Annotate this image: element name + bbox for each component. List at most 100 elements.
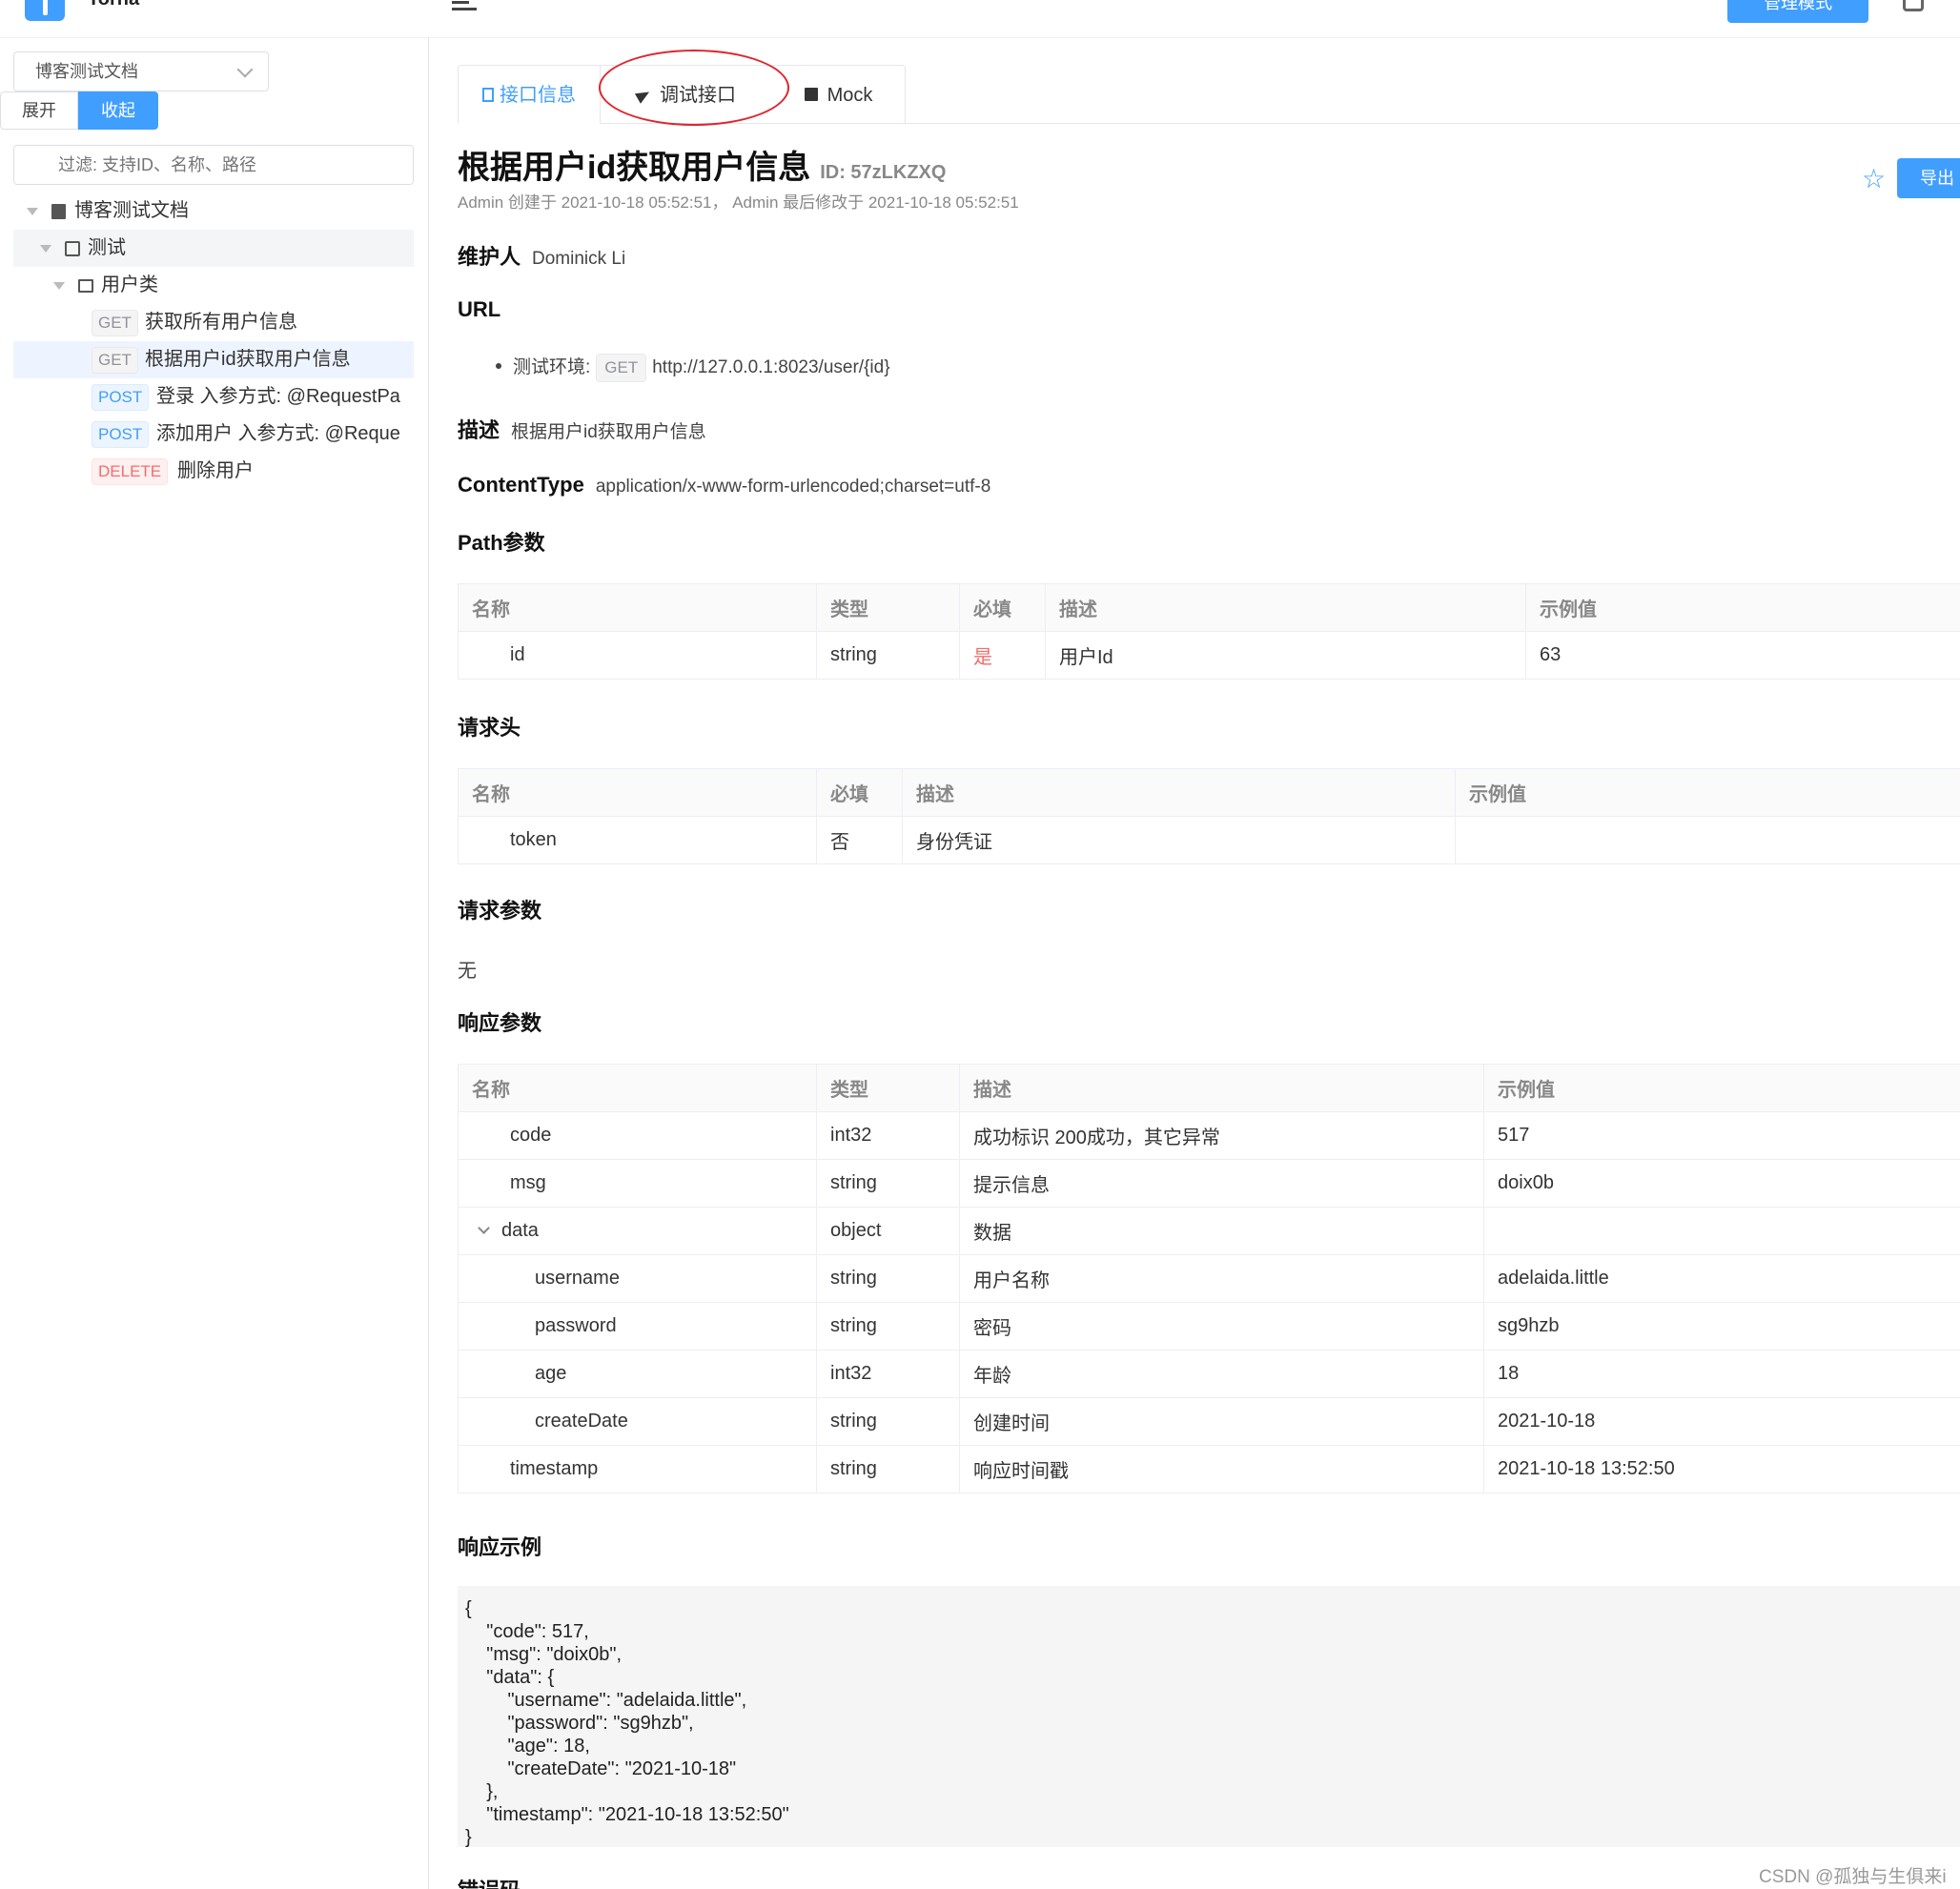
tab-mock[interactable]: Mock xyxy=(772,65,906,124)
headers-table: 名称 必填 描述 示例值 token 否 身份凭证 xyxy=(458,768,1960,864)
cell-type: string xyxy=(816,1254,960,1303)
cell-desc: 成功标识 200成功，其它异常 xyxy=(959,1111,1484,1160)
content-type-value: application/x-www-form-urlencoded;charse… xyxy=(595,477,991,497)
column-header: 示例值 xyxy=(1525,583,1960,632)
tree-api-item[interactable]: POST 登录 入参方式: @RequestPa xyxy=(13,378,414,416)
env-label: 测试环境: xyxy=(513,357,591,377)
api-item-label: 删除用户 xyxy=(177,460,254,481)
table-row: id string 是 用户Id 63 xyxy=(458,631,1960,680)
cell-example: 18 xyxy=(1483,1350,1960,1398)
cell-name-text: data xyxy=(501,1220,539,1241)
doc-select[interactable]: 博客测试文档 xyxy=(13,51,269,91)
chevron-down-icon[interactable] xyxy=(478,1222,490,1234)
tree-api-item[interactable]: GET 获取所有用户信息 xyxy=(13,304,414,341)
cell-example: doix0b xyxy=(1483,1159,1960,1208)
cell-name: age xyxy=(458,1350,817,1398)
tree-api-item[interactable]: DELETE 删除用户 xyxy=(13,453,414,490)
tree-api-item-selected[interactable]: GET 根据用户id获取用户信息 xyxy=(13,341,414,378)
column-header: 必填 xyxy=(959,583,1046,632)
error-code-heading: 错误码 xyxy=(458,1874,521,1889)
column-header: 名称 xyxy=(458,1064,817,1112)
table-row: createDate string 创建时间 2021-10-18 xyxy=(458,1397,1960,1446)
star-icon[interactable]: ☆ xyxy=(1862,166,1886,193)
request-params-heading: 请求参数 xyxy=(458,899,542,923)
admin-mode-button[interactable]: 管理模式 xyxy=(1727,0,1868,23)
cell-name: timestamp xyxy=(458,1445,817,1493)
column-header: 示例值 xyxy=(1483,1064,1960,1112)
caret-down-icon[interactable] xyxy=(27,208,38,215)
cell-type: object xyxy=(816,1207,960,1255)
cell-name: createDate xyxy=(458,1397,817,1446)
env-url[interactable]: http://127.0.0.1:8023/user/{id} xyxy=(652,357,889,377)
column-header: 描述 xyxy=(959,1064,1484,1112)
cell-name: token xyxy=(458,816,817,864)
table-row: username string 用户名称 adelaida.little xyxy=(458,1254,1960,1303)
response-params-heading: 响应参数 xyxy=(458,1011,542,1035)
cell-example: 2021-10-18 xyxy=(1483,1397,1960,1446)
cell-type: int32 xyxy=(816,1350,960,1398)
table-row: password string 密码 sg9hzb xyxy=(458,1302,1960,1351)
desc-label: 描述 xyxy=(458,418,500,442)
cell-example: 517 xyxy=(1483,1111,1960,1160)
notification-bell-icon[interactable] xyxy=(1903,0,1924,11)
caret-down-icon[interactable] xyxy=(40,245,51,253)
filter-input[interactable] xyxy=(13,145,414,185)
cell-name: msg xyxy=(458,1159,817,1208)
collapse-button[interactable]: 收起 xyxy=(78,91,158,130)
caret-down-icon[interactable] xyxy=(53,282,65,290)
cell-example: sg9hzb xyxy=(1483,1302,1960,1351)
tree-node-module[interactable]: 测试 xyxy=(13,230,414,267)
tab-info[interactable]: 接口信息 xyxy=(458,65,601,124)
content-type-label: ContentType xyxy=(458,473,584,497)
tree-api-item[interactable]: POST 添加用户 入参方式: @Reque xyxy=(13,416,414,453)
tree-node-root[interactable]: 博客测试文档 xyxy=(13,193,414,230)
column-header: 名称 xyxy=(458,583,817,632)
api-item-label: 添加用户 入参方式: @Reque xyxy=(156,423,400,444)
cell-name: id xyxy=(458,631,817,680)
doc-select-value: 博客测试文档 xyxy=(35,62,138,81)
column-header: 必填 xyxy=(816,768,903,817)
doc-meta: Admin 创建于 2021-10-18 05:52:51， Admin 最后修… xyxy=(458,193,1019,212)
tree-folder-label: 用户类 xyxy=(101,274,158,295)
cell-example xyxy=(1483,1207,1960,1255)
url-env-line: 测试环境: GET http://127.0.0.1:8023/user/{id} xyxy=(496,353,890,382)
cell-type: int32 xyxy=(816,1111,960,1160)
method-tag-post: POST xyxy=(92,384,150,411)
main-content: 接口信息 调试接口 Mock 根据用户id获取用户信息 ID: 57zLKZXQ … xyxy=(429,38,1960,1889)
cell-type: string xyxy=(816,1302,960,1351)
chart-icon xyxy=(804,88,818,101)
annotation-circle xyxy=(599,50,789,126)
tab-info-label: 接口信息 xyxy=(500,85,576,106)
table-row-expandable: data object 数据 xyxy=(458,1207,1960,1255)
page-title-text: 根据用户id获取用户信息 xyxy=(458,150,811,186)
column-header: 类型 xyxy=(816,1064,960,1112)
table-row: code int32 成功标识 200成功，其它异常 517 xyxy=(458,1111,1960,1160)
book-icon xyxy=(51,204,66,219)
cell-name: password xyxy=(458,1302,817,1351)
expand-collapse-group: 展开 收起 xyxy=(0,91,158,130)
maintainer-section: 维护人 Dominick Li xyxy=(458,240,625,271)
cell-type: string xyxy=(816,631,960,680)
cell-desc: 密码 xyxy=(959,1302,1484,1351)
cell-desc: 响应时间戳 xyxy=(959,1445,1484,1493)
expand-button[interactable]: 展开 xyxy=(0,91,78,130)
response-example-heading: 响应示例 xyxy=(458,1535,542,1559)
app-logo[interactable] xyxy=(25,0,65,21)
headers-heading: 请求头 xyxy=(458,716,521,740)
api-item-label: 获取所有用户信息 xyxy=(145,312,297,333)
tree-root-label: 博客测试文档 xyxy=(74,200,189,221)
column-header: 描述 xyxy=(902,768,1456,817)
cell-required: 是 xyxy=(959,631,1046,680)
export-button[interactable]: 导出 xyxy=(1897,158,1960,198)
cell-name: username xyxy=(458,1254,817,1303)
document-icon xyxy=(482,88,494,102)
method-tag-post: POST xyxy=(92,421,150,448)
desc-value: 根据用户id获取用户信息 xyxy=(511,422,706,442)
method-tag-get: GET xyxy=(92,347,138,374)
app-name: Torna xyxy=(88,0,139,10)
tree-node-folder[interactable]: 用户类 xyxy=(13,267,414,304)
menu-toggle-icon[interactable] xyxy=(452,0,477,10)
cell-desc: 年龄 xyxy=(959,1350,1484,1398)
cell-example: 2021-10-18 13:52:50 xyxy=(1483,1445,1960,1493)
top-bar: Torna 管理模式 xyxy=(0,0,1960,38)
